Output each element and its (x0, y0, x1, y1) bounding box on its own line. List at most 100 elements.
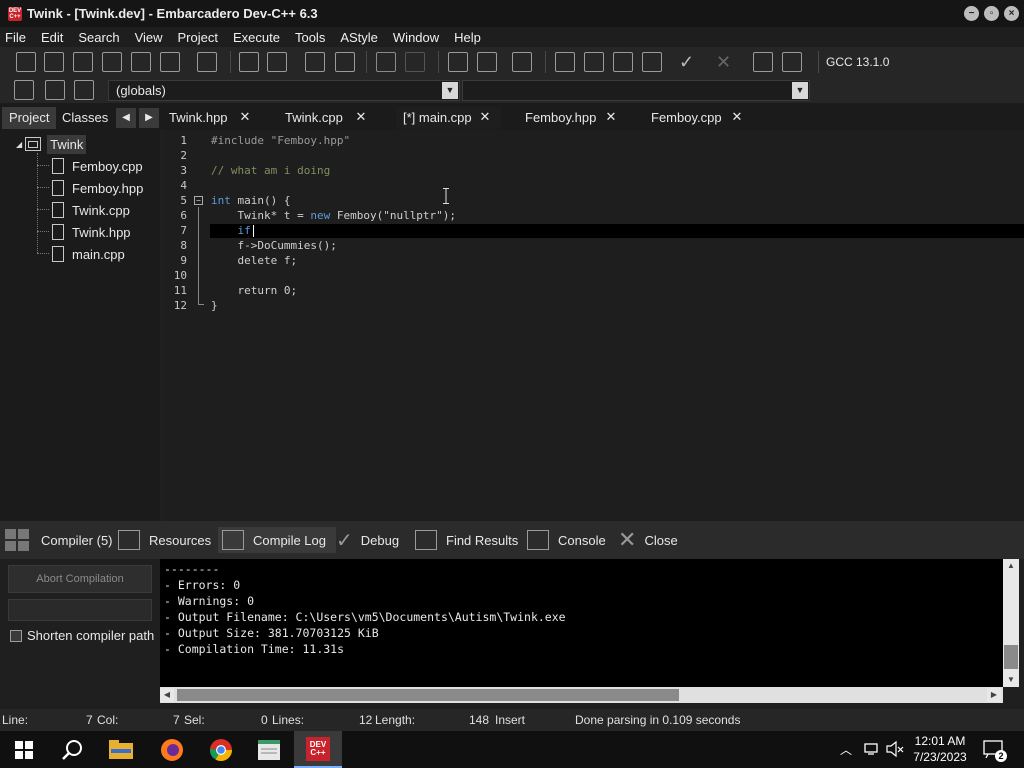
new-project-icon[interactable] (448, 52, 468, 72)
chevron-down-icon[interactable]: ▼ (442, 82, 458, 99)
chevron-right-icon[interactable]: ▶ (139, 108, 159, 128)
close-tab-icon[interactable]: ✕ (237, 107, 253, 127)
tab-close-panel[interactable]: ✕ Close (614, 527, 678, 553)
replace-icon[interactable] (267, 52, 287, 72)
shorten-path-checkbox[interactable] (10, 629, 22, 642)
line-number: 11 (173, 284, 187, 297)
menu-edit[interactable]: Edit (41, 30, 63, 45)
menu-search[interactable]: Search (78, 30, 119, 45)
print-icon[interactable] (197, 52, 217, 72)
tab-project[interactable]: Project (2, 107, 57, 129)
compile-run-icon[interactable] (613, 52, 633, 72)
volume-muted-icon[interactable] (886, 741, 904, 757)
menu-help[interactable]: Help (454, 30, 481, 45)
scroll-thumb[interactable] (1004, 645, 1018, 669)
goto-line-icon[interactable] (335, 52, 355, 72)
menu-window[interactable]: Window (393, 30, 439, 45)
menu-tools[interactable]: Tools (295, 30, 325, 45)
taskbar-firefox[interactable] (148, 731, 196, 768)
tree-file-item[interactable]: Femboy.cpp (52, 155, 143, 177)
save-icon[interactable] (73, 52, 93, 72)
tab-resources[interactable]: Resources (114, 527, 211, 553)
tab-classes[interactable]: Classes (55, 107, 115, 129)
insert-icon[interactable] (14, 80, 34, 100)
rebuild-all-icon[interactable] (642, 52, 662, 72)
close-tab-icon[interactable]: ✕ (477, 107, 493, 127)
tree-project-root[interactable]: ◢ Twink (16, 133, 87, 155)
fold-toggle-icon[interactable]: − (194, 196, 203, 205)
function-select[interactable]: ▼ (462, 80, 810, 101)
scroll-right-icon[interactable]: ▶ (987, 688, 1001, 702)
code-editor[interactable]: 1 2 3 4 5 6 7 8 9 10 11 12 − #include "F… (165, 130, 1024, 521)
stop-execution-icon[interactable]: ✕ (716, 52, 736, 72)
project-options-icon[interactable] (512, 52, 532, 72)
close-file-icon[interactable] (131, 52, 151, 72)
new-file-icon[interactable] (16, 52, 36, 72)
goto-bookmark-icon[interactable] (74, 80, 94, 100)
close-tab-icon[interactable]: ✕ (603, 107, 619, 127)
scroll-up-icon[interactable]: ▲ (1003, 559, 1019, 573)
network-icon[interactable] (864, 742, 880, 756)
taskbar-notepad[interactable] (245, 731, 293, 768)
save-all-icon[interactable] (102, 52, 122, 72)
taskbar-clock[interactable]: 12:01 AM 7/23/2023 (910, 733, 970, 765)
remove-project-icon[interactable] (477, 52, 497, 72)
toggle-bookmark-icon[interactable] (45, 80, 65, 100)
menu-execute[interactable]: Execute (233, 30, 280, 45)
chevron-left-icon[interactable]: ◀ (116, 108, 136, 128)
compiler-select[interactable]: GCC 13.1.0 (818, 51, 1018, 73)
menu-view[interactable]: View (135, 30, 163, 45)
tray-chevron-up-icon[interactable]: ︿ (840, 741, 852, 758)
scroll-down-icon[interactable]: ▼ (1003, 673, 1019, 687)
devcpp-app-icon: DEV C++ (8, 6, 22, 21)
syntax-check-icon[interactable]: ✓ (679, 52, 699, 72)
menu-astyle[interactable]: AStyle (340, 30, 378, 45)
tree-file-item[interactable]: Twink.cpp (52, 199, 130, 221)
chevron-down-icon[interactable]: ▼ (792, 82, 808, 99)
undo-icon[interactable] (376, 52, 396, 72)
editor-tab[interactable]: Twink.hpp (169, 107, 228, 129)
scope-select[interactable]: (globals) ▼ (108, 80, 460, 101)
tree-file-item[interactable]: Femboy.hpp (52, 177, 143, 199)
start-button[interactable] (0, 731, 48, 768)
run-icon[interactable] (584, 52, 604, 72)
menu-file[interactable]: File (5, 30, 26, 45)
open-file-icon[interactable] (44, 52, 64, 72)
profile-icon[interactable] (753, 52, 773, 72)
log-vertical-scrollbar[interactable]: ▲ ▼ (1003, 559, 1019, 687)
close-window-button[interactable]: × (1004, 6, 1019, 21)
tree-file-item[interactable]: Twink.hpp (52, 221, 131, 243)
editor-tab[interactable]: Femboy.cpp (651, 107, 722, 129)
find-icon[interactable] (239, 52, 259, 72)
tab-compile-log[interactable]: Compile Log (218, 527, 336, 553)
tab-console[interactable]: Console (523, 527, 606, 553)
log-horizontal-scrollbar[interactable]: ◀ ▶ (160, 687, 1003, 703)
editor-tab[interactable]: Femboy.hpp (525, 107, 596, 129)
close-tab-icon[interactable]: ✕ (353, 107, 369, 127)
tree-file-item[interactable]: main.cpp (52, 243, 125, 265)
taskbar-devcpp[interactable]: DEV C++ (294, 731, 342, 768)
shorten-path-option[interactable]: Shorten compiler path (10, 628, 154, 643)
scroll-left-icon[interactable]: ◀ (160, 688, 174, 702)
compile-icon[interactable] (555, 52, 575, 72)
close-tab-icon[interactable]: ✕ (729, 107, 745, 127)
close-all-icon[interactable] (160, 52, 180, 72)
scroll-thumb[interactable] (177, 689, 679, 701)
menu-project[interactable]: Project (178, 30, 218, 45)
maximize-button[interactable]: ▫ (984, 6, 999, 21)
editor-tab[interactable]: Twink.cpp (285, 107, 343, 129)
tab-compiler[interactable]: Compiler (5) (0, 527, 113, 553)
expand-arrow-icon[interactable]: ◢ (16, 140, 22, 149)
taskbar-chrome[interactable] (197, 731, 245, 768)
tab-find-results[interactable]: Find Results (411, 527, 518, 553)
abort-compilation-button[interactable]: Abort Compilation (8, 565, 152, 593)
compile-log-output[interactable]: -------- - Errors: 0 - Warnings: 0 - Out… (160, 559, 1003, 687)
taskbar-file-explorer[interactable] (97, 731, 145, 768)
taskbar-search-button[interactable] (48, 731, 96, 768)
toggle-comment-icon[interactable] (305, 52, 325, 72)
tab-debug[interactable]: ✓ Debug (332, 527, 399, 553)
delete-profile-icon[interactable] (782, 52, 802, 72)
redo-icon[interactable] (405, 52, 425, 72)
file-icon (52, 180, 64, 196)
minimize-button[interactable]: − (964, 6, 979, 21)
